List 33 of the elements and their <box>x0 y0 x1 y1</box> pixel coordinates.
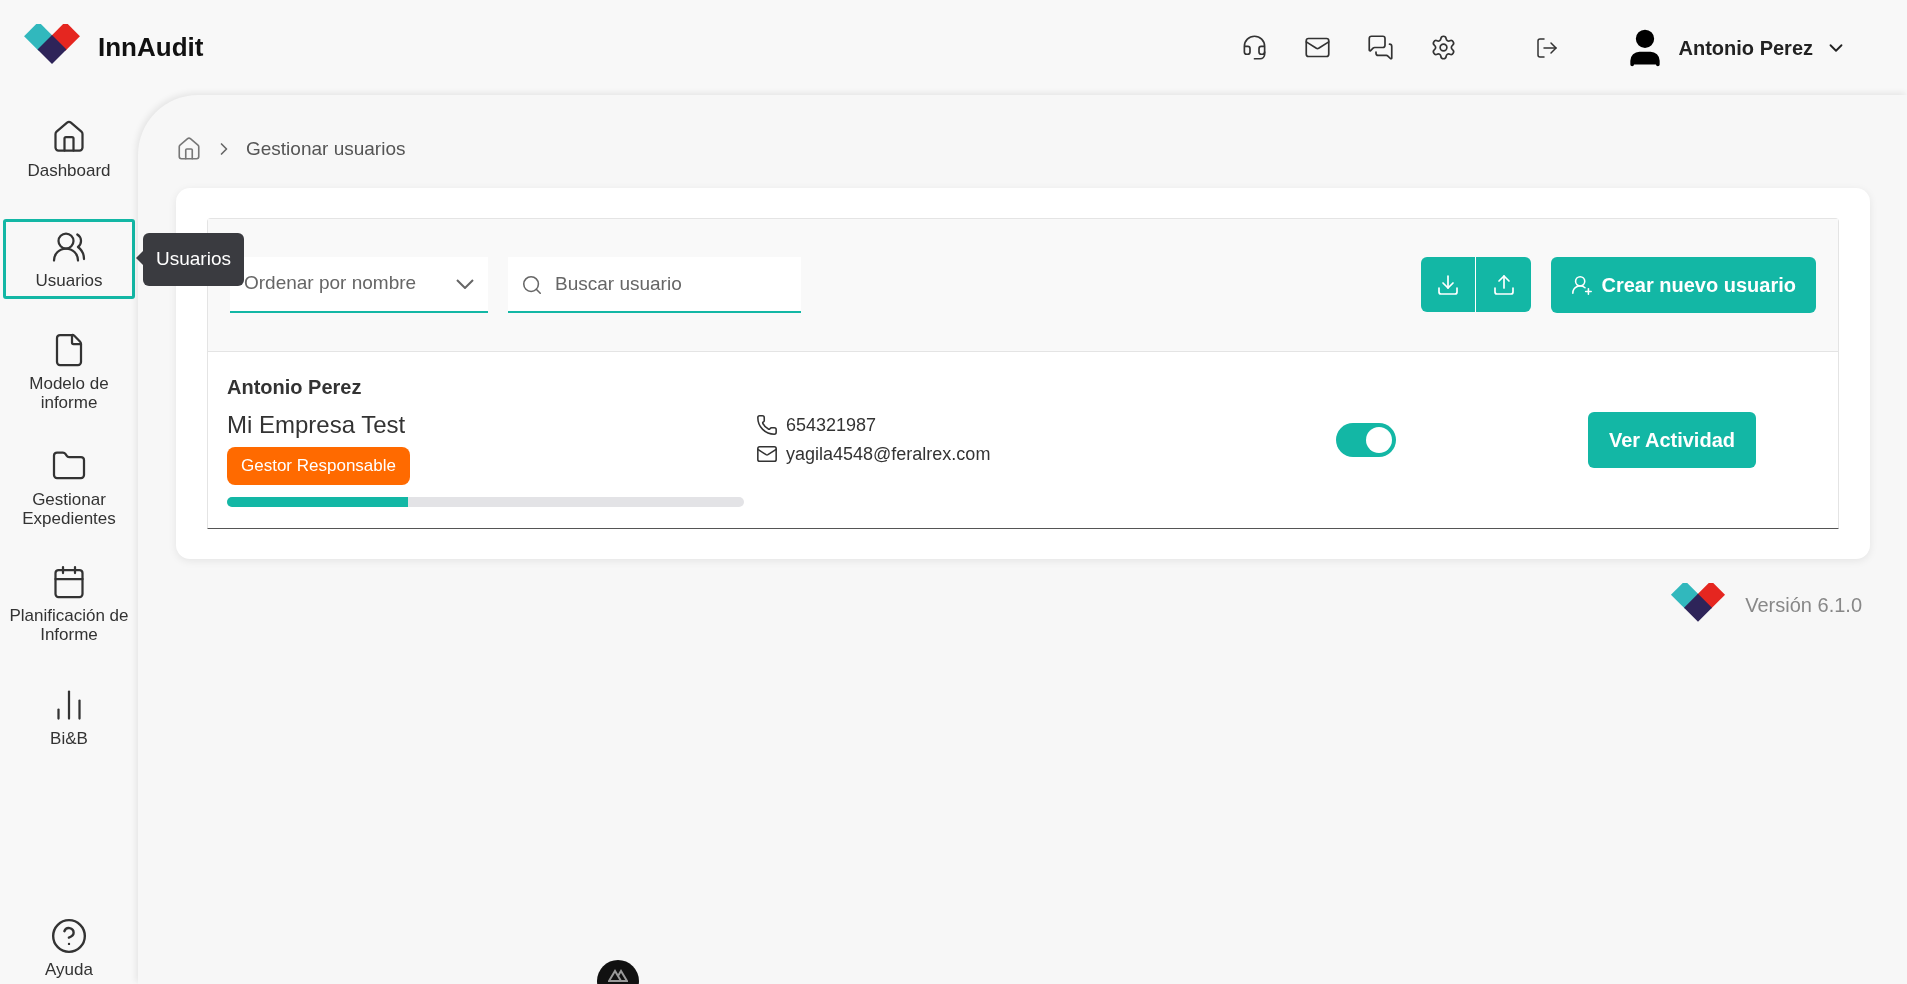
sort-dropdown[interactable]: Ordenar por nombre <box>230 256 488 313</box>
help-item[interactable]: Ayuda <box>45 916 93 984</box>
mountain-icon <box>608 968 628 982</box>
help-icon <box>50 916 88 955</box>
mail-icon <box>756 443 778 465</box>
upload-icon <box>1492 272 1516 297</box>
home-icon[interactable] <box>176 136 202 163</box>
sidebar-item[interactable]: Modelo de informe <box>3 329 135 415</box>
version-label: Versión 6.1.0 <box>1745 592 1862 618</box>
role-badge: Gestor Responsable <box>227 447 410 485</box>
sidebar-item[interactable]: Gestionar Expedientes <box>3 445 135 531</box>
user-plus-icon <box>1571 273 1594 296</box>
sidebar-item[interactable]: Bi&B <box>3 677 135 757</box>
sidebar-item[interactable]: Planificación de Informe <box>3 561 135 647</box>
phone-icon <box>756 414 778 436</box>
sidebar-item[interactable]: Dashboard <box>3 109 135 189</box>
search-field[interactable]: Buscar usuario <box>508 256 801 313</box>
calendar-icon <box>51 564 87 600</box>
app-name: InnAudit <box>98 31 204 64</box>
phone-number: 654321987 <box>786 413 877 437</box>
user-menu[interactable]: Antonio Perez <box>1622 25 1847 70</box>
download-icon <box>1436 272 1461 297</box>
breadcrumb-item[interactable]: Gestionar usuarios <box>246 135 406 164</box>
chat-icon[interactable] <box>1366 34 1394 61</box>
active-toggle[interactable] <box>1336 422 1396 457</box>
house-icon <box>51 118 87 155</box>
company-name: Mi Empresa Test <box>227 410 407 441</box>
sidebar-item[interactable]: Usuarios <box>3 219 135 299</box>
email-address: yagila4548@feralrex.com <box>786 442 991 466</box>
search-icon <box>521 273 543 296</box>
chevron-down-icon <box>456 278 474 289</box>
user-name: Antonio Perez <box>227 375 363 401</box>
logout-icon[interactable] <box>1534 35 1559 60</box>
